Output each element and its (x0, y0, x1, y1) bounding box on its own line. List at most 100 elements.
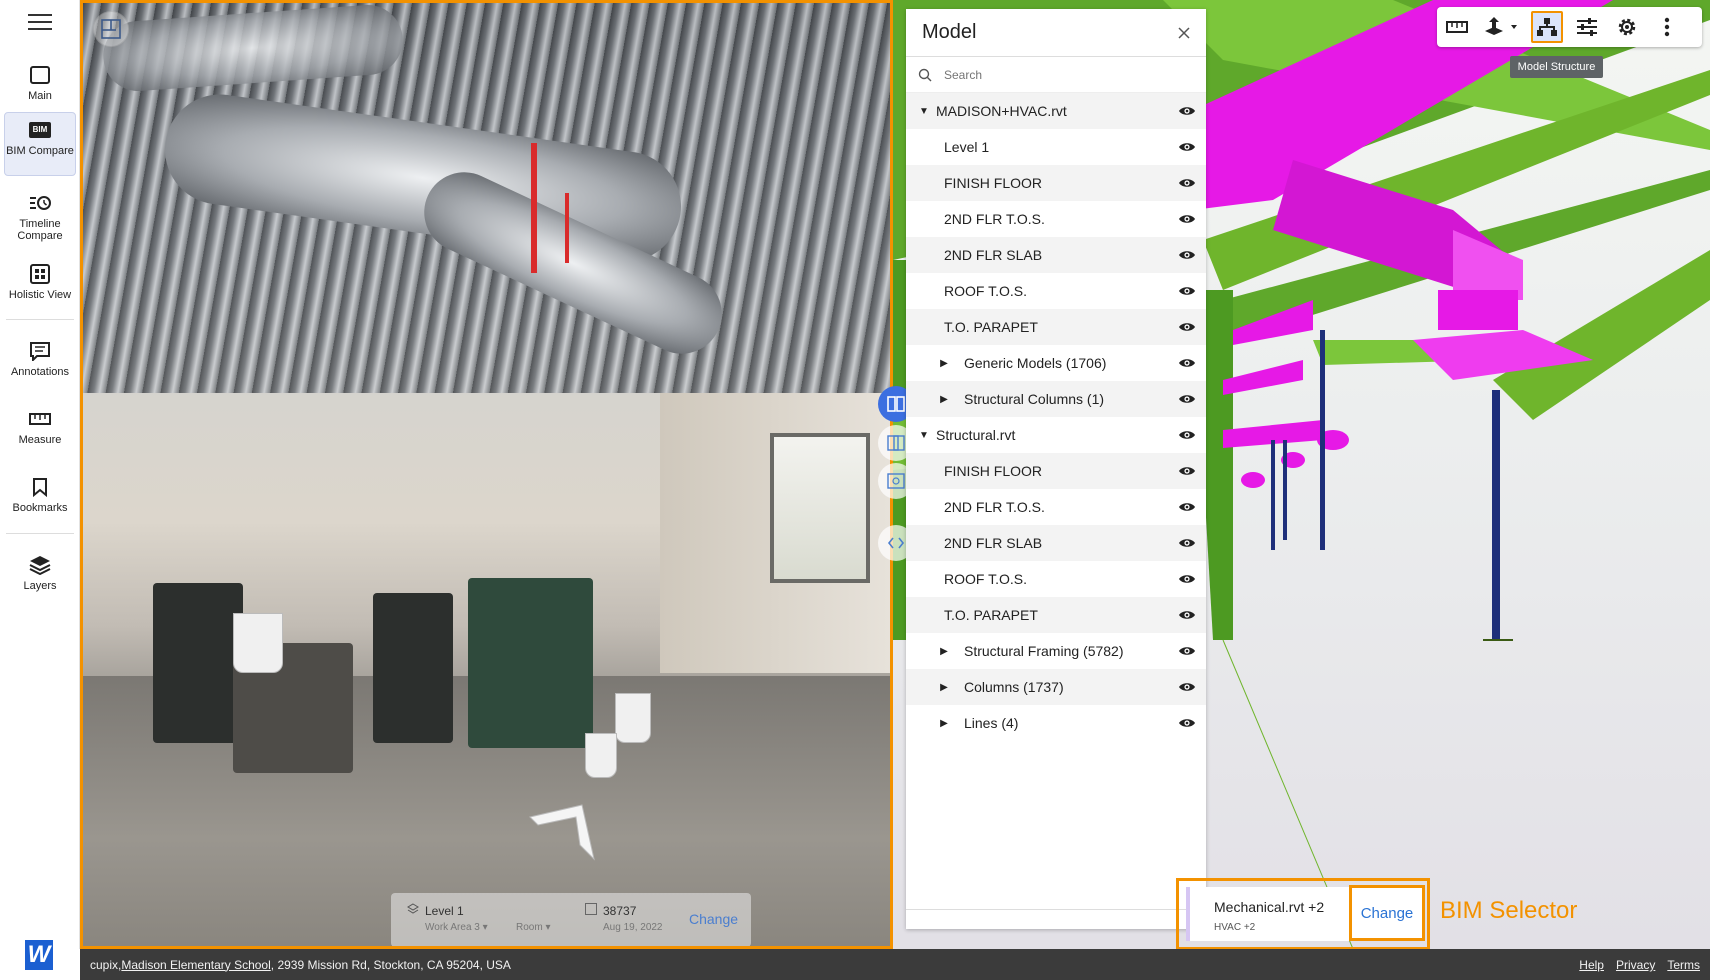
visibility-eye-icon[interactable] (1178, 680, 1196, 694)
model-structure-icon (1537, 18, 1557, 36)
visibility-eye-icon[interactable] (1178, 644, 1196, 658)
search-bar (906, 57, 1206, 93)
visibility-eye-icon[interactable] (1178, 212, 1196, 226)
nav-label: Measure (18, 434, 62, 446)
visibility-eye-icon[interactable] (1178, 104, 1196, 118)
tree-row[interactable]: FINISH FLOOR (906, 453, 1206, 489)
tree-row[interactable]: FINISH FLOOR (906, 165, 1206, 201)
change-capture-button[interactable]: Change (689, 911, 738, 927)
red-tape (531, 143, 537, 273)
section-plane-icon (1485, 17, 1517, 35)
visibility-eye-icon[interactable] (1178, 284, 1196, 298)
nav-timeline-compare[interactable]: Timeline Compare (4, 186, 76, 242)
caret-right-icon[interactable]: ▶ (938, 357, 950, 369)
visibility-eye-icon[interactable] (1178, 716, 1196, 730)
section-plane-button[interactable] (1479, 11, 1527, 43)
visibility-eye-icon[interactable] (1178, 536, 1196, 550)
square-icon (29, 64, 51, 86)
search-input[interactable] (944, 67, 1164, 82)
tree-label: ROOF T.O.S. (944, 571, 1027, 587)
nav-bim-compare[interactable]: BIM BIM Compare (4, 112, 76, 176)
window (770, 433, 870, 583)
visibility-eye-icon[interactable] (1178, 248, 1196, 262)
change-bim-button[interactable]: Change (1349, 885, 1425, 941)
tree-row[interactable]: ROOF T.O.S. (906, 561, 1206, 597)
chevrons-horizontal-icon (887, 537, 905, 549)
nav-label: Annotations (10, 366, 70, 378)
nav-layers[interactable]: Layers (4, 548, 76, 598)
tree-row[interactable]: ▼ Structural.rvt (906, 417, 1206, 453)
caret-right-icon[interactable]: ▶ (938, 645, 950, 657)
caret-right-icon[interactable]: ▶ (938, 393, 950, 405)
tree-row[interactable]: 2ND FLR T.O.S. (906, 201, 1206, 237)
more-vert-icon (1664, 17, 1670, 37)
tree-label: Lines (4) (964, 715, 1019, 731)
bim-selector-callout: BIM Selector (1440, 897, 1578, 924)
tree-row[interactable]: ▼ MADISON+HVAC.rvt (906, 93, 1206, 129)
tree-label: 2ND FLR SLAB (944, 535, 1043, 551)
location-selector[interactable]: Level 1 Work Area 3 ▾ Room ▾ 38737 Aug 1… (391, 893, 751, 946)
nav-holistic-view[interactable]: Holistic View (4, 257, 76, 305)
tree-row[interactable]: T.O. PARAPET (906, 597, 1206, 633)
nav-measure[interactable]: Measure (4, 402, 76, 452)
tree-row[interactable]: Level 1 (906, 129, 1206, 165)
image-icon (887, 473, 905, 489)
close-icon[interactable] (1176, 25, 1192, 41)
level-label: Level 1 (425, 904, 464, 918)
grid-icon (29, 263, 51, 285)
tooltip: Model Structure (1510, 56, 1603, 78)
work-area-select[interactable]: Work Area 3 ▾ (425, 922, 488, 933)
caret-down-icon[interactable]: ▼ (918, 105, 930, 117)
tree-row[interactable]: 2ND FLR SLAB (906, 525, 1206, 561)
tree-row[interactable]: 2ND FLR T.O.S. (906, 489, 1206, 525)
settings-button[interactable] (1611, 11, 1643, 43)
nav-main[interactable]: Main (4, 58, 76, 106)
visibility-eye-icon[interactable] (1178, 428, 1196, 442)
tree-label: 2ND FLR SLAB (944, 247, 1043, 263)
nav-label: Holistic View (8, 289, 72, 301)
tree-row[interactable]: T.O. PARAPET (906, 309, 1206, 345)
nav-label: BIM Compare (6, 145, 74, 157)
visibility-eye-icon[interactable] (1178, 356, 1196, 370)
tree-label: Generic Models (1706) (964, 355, 1107, 371)
tree-row[interactable]: ▶ Lines (4) (906, 705, 1206, 741)
help-link[interactable]: Help (1579, 958, 1604, 972)
terms-link[interactable]: Terms (1667, 958, 1700, 972)
visibility-eye-icon[interactable] (1178, 608, 1196, 622)
gang-box (468, 578, 593, 748)
tree-row[interactable]: ▶ Structural Framing (5782) (906, 633, 1206, 669)
measure-button[interactable] (1441, 11, 1473, 43)
visibility-eye-icon[interactable] (1178, 392, 1196, 406)
tree-row[interactable]: ROOF T.O.S. (906, 273, 1206, 309)
tree-label: 2ND FLR T.O.S. (944, 211, 1045, 227)
panel-footer (906, 909, 1206, 929)
model-tree: ▼ MADISON+HVAC.rvt Level 1 FINISH FLOOR 2ND … (906, 93, 1206, 741)
visibility-eye-icon[interactable] (1178, 500, 1196, 514)
nav-bookmarks[interactable]: Bookmarks (4, 470, 76, 520)
visibility-eye-icon[interactable] (1178, 572, 1196, 586)
visibility-eye-icon[interactable] (1178, 176, 1196, 190)
visibility-eye-icon[interactable] (1178, 320, 1196, 334)
tree-row[interactable]: ▶ Structural Columns (1) (906, 381, 1206, 417)
visibility-eye-icon[interactable] (1178, 140, 1196, 154)
caret-right-icon[interactable]: ▶ (938, 717, 950, 729)
floorplan-toggle-button[interactable] (93, 11, 129, 47)
project-link[interactable]: Madison Elementary School (121, 958, 270, 972)
more-options-button[interactable] (1651, 11, 1683, 43)
bim-selection-card[interactable]: Mechanical.rvt +2 HVAC +2 (1186, 887, 1352, 941)
tree-row[interactable]: ▶ Generic Models (1706) (906, 345, 1206, 381)
nav-annotations[interactable]: Annotations (4, 334, 76, 384)
navigation-arrow-icon[interactable] (528, 803, 598, 863)
model-structure-button[interactable] (1531, 11, 1563, 43)
caret-down-icon[interactable]: ▼ (918, 429, 930, 441)
photo-viewer[interactable]: Level 1 Work Area 3 ▾ Room ▾ 38737 Aug 1… (80, 0, 893, 949)
menu-icon[interactable] (28, 14, 52, 32)
privacy-link[interactable]: Privacy (1616, 958, 1655, 972)
caret-right-icon[interactable]: ▶ (938, 681, 950, 693)
room-select[interactable]: Room ▾ (516, 922, 551, 933)
tree-row[interactable]: ▶ Columns (1737) (906, 669, 1206, 705)
tree-row[interactable]: 2ND FLR SLAB (906, 237, 1206, 273)
settings-sliders-button[interactable] (1571, 11, 1603, 43)
nav-label: Timeline Compare (17, 218, 63, 242)
visibility-eye-icon[interactable] (1178, 464, 1196, 478)
